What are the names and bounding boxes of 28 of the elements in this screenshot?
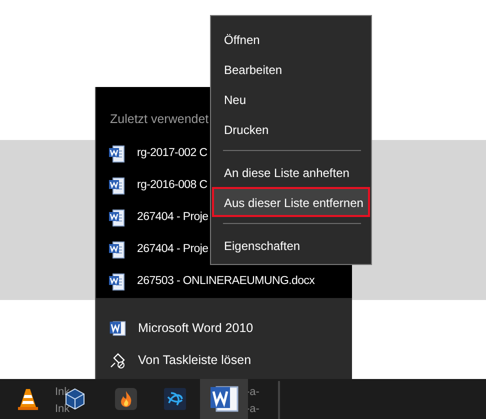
menu-item[interactable]: Bearbeiten [212,54,370,84]
menu-item[interactable]: Drucken [212,114,370,144]
section-heading: Zuletzt verwendet [109,111,209,128]
recent-file-item[interactable]: 267503 - ONLINERAEUMUNG.docx [137,273,315,290]
recent-file-item[interactable]: 267404 - Proje [137,241,208,258]
flame-icon [115,388,137,410]
recent-file-item[interactable]: rg-2017-002 C [137,145,208,162]
background-text: Ink [55,404,70,415]
swirl-logo-icon [164,388,186,410]
document-icon [109,144,125,163]
menu-item[interactable]: Neu [212,84,370,114]
document-icon [109,272,125,291]
recent-file-item[interactable]: rg-2016-008 C [137,177,208,194]
jump-list-task[interactable]: Von Taskleiste lösen [96,344,352,376]
jump-list-task[interactable]: Microsoft Word 2010 [96,312,352,344]
unpin-icon [109,352,126,368]
word-icon [209,384,239,414]
recent-file-item[interactable]: 267404 - Proje [137,209,208,226]
document-icon [109,240,125,259]
menu-item[interactable]: Aus dieser Liste entfernen [212,187,370,217]
menu-item[interactable]: An diese Liste anheften [212,157,370,187]
taskbar-button[interactable] [200,379,248,419]
menu-item[interactable]: Eigenschaften [212,230,370,260]
document-icon [109,208,125,227]
word-icon [109,320,126,336]
document-icon [109,176,125,195]
traffic-cone-icon [18,388,38,410]
menu-item[interactable]: Öffnen [212,24,370,54]
